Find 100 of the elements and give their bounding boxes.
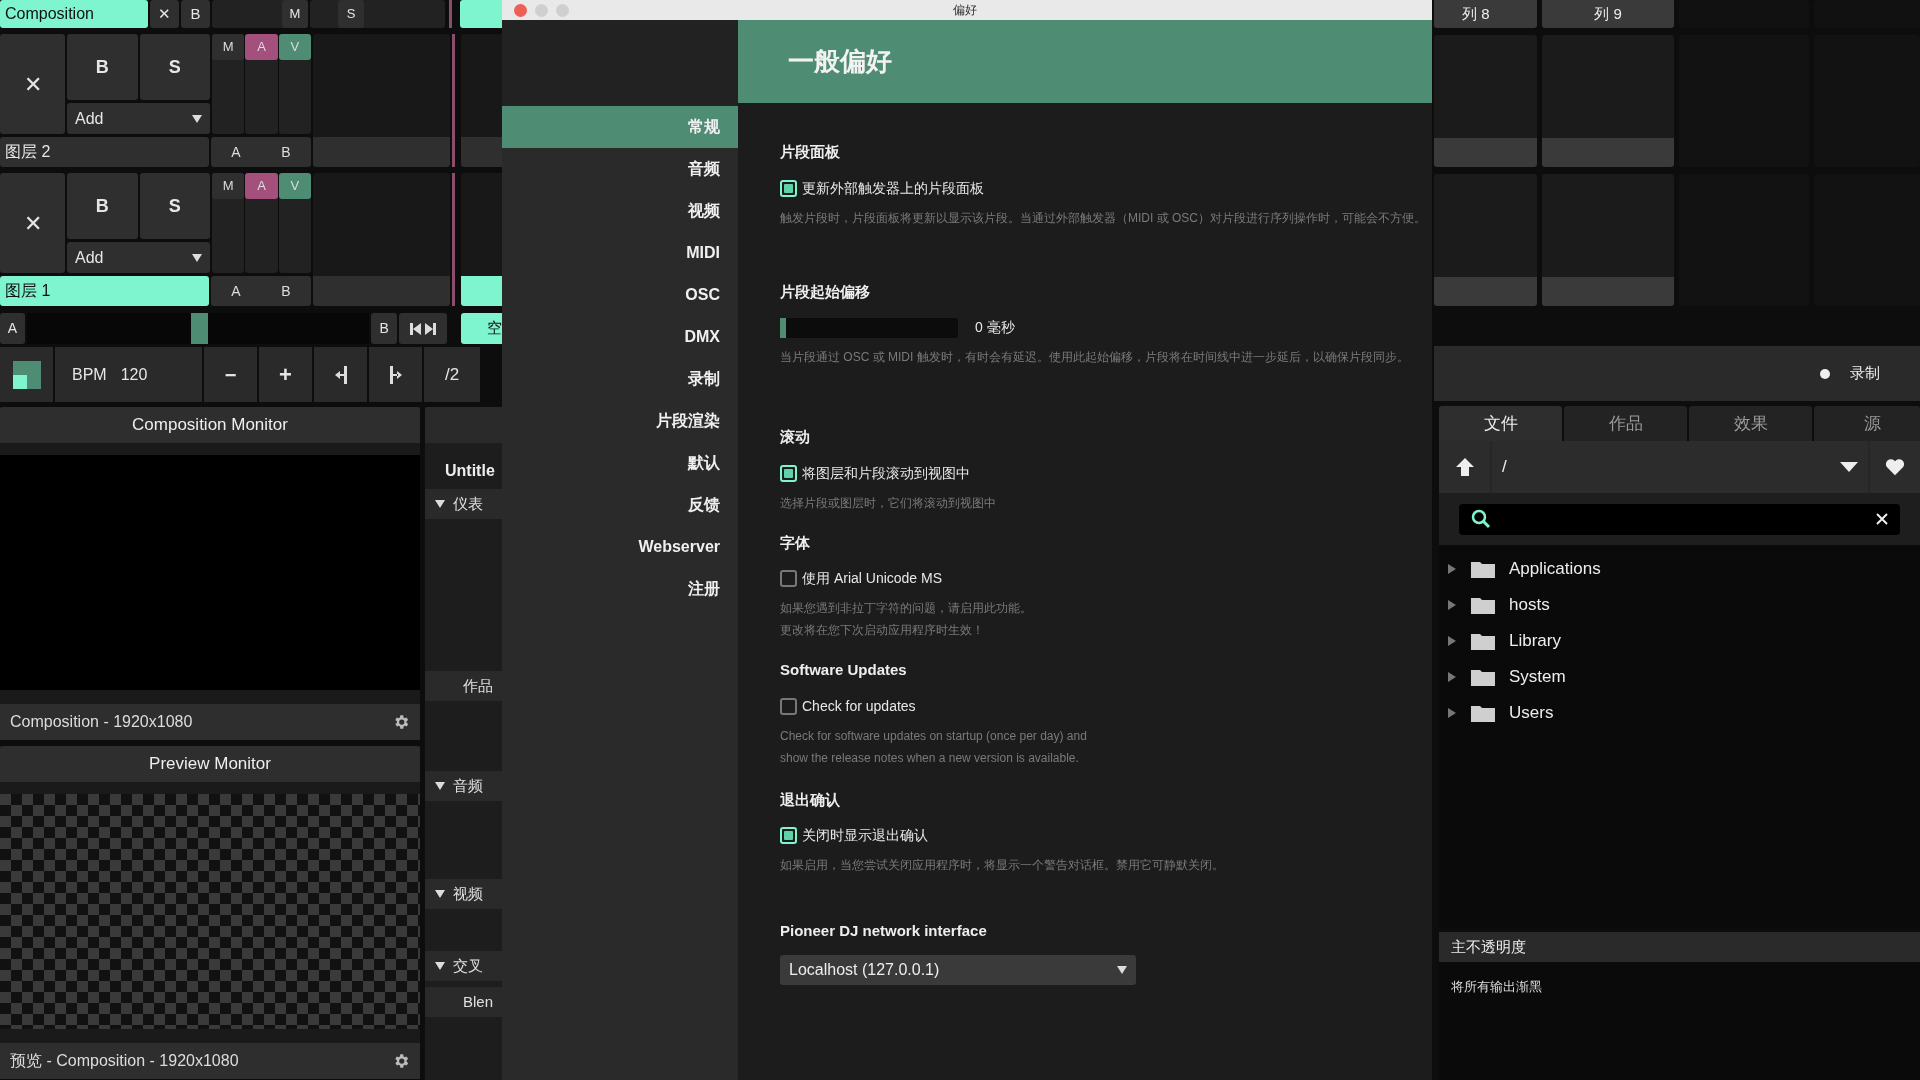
bpm-decrease-button[interactable]: − (204, 347, 257, 402)
browser-tab[interactable]: 效果 (1689, 406, 1812, 441)
panel-section-label[interactable]: 音频 (453, 774, 483, 798)
panel-section-label[interactable]: 仪表 (453, 492, 483, 516)
preferences-nav-item[interactable]: Webserver (502, 526, 738, 568)
panel-section-row[interactable]: 作品 (425, 671, 502, 701)
clear-layer-button[interactable]: ✕ (0, 34, 65, 134)
ab-selector[interactable]: A B (211, 137, 311, 167)
preferences-nav-item[interactable]: MIDI (502, 232, 738, 274)
crossfader-thumb[interactable] (190, 313, 208, 344)
composition-name-tab[interactable]: Composition (0, 0, 148, 28)
bypass-button[interactable]: B (67, 34, 138, 100)
preferences-nav-item[interactable]: 反馈 (502, 484, 738, 526)
panel-section-row[interactable]: 仪表 (425, 489, 502, 519)
clip-slot[interactable] (313, 34, 450, 167)
file-tree-item[interactable]: hosts (1509, 592, 1550, 618)
checkbox[interactable] (780, 697, 797, 715)
clip-slot[interactable] (1434, 35, 1537, 167)
expand-arrow-icon[interactable] (1447, 708, 1457, 718)
column-header[interactable]: 列 8 (1434, 0, 1537, 28)
expand-arrow-icon[interactable] (1447, 672, 1457, 682)
browser-tab[interactable]: 源 (1814, 406, 1920, 441)
panel-section-label[interactable]: 交叉 (453, 954, 483, 978)
path-dropdown[interactable]: / (1492, 441, 1868, 493)
checkbox-label[interactable]: 关闭时显示退出确认 (802, 825, 928, 846)
skip-buttons[interactable] (399, 313, 447, 344)
panel-section-label[interactable]: 视频 (453, 882, 483, 906)
ab-selector[interactable]: A B (211, 276, 311, 306)
file-tree-item[interactable]: Users (1509, 700, 1554, 726)
slider-track[interactable] (780, 317, 958, 338)
layer-toggle-button[interactable]: A (245, 34, 278, 60)
toggle-fader-track[interactable]: A (245, 173, 278, 273)
toggle-fader-track[interactable]: A (245, 34, 278, 134)
browser-tab[interactable]: 作品 (1564, 406, 1687, 441)
expand-arrow-icon[interactable] (1447, 636, 1457, 646)
network-interface-dropdown[interactable]: Localhost (127.0.0.1) (780, 954, 1136, 985)
checkbox-label[interactable]: Check for updates (802, 695, 916, 717)
record-indicator-icon[interactable] (1820, 368, 1830, 379)
solo-button[interactable]: S (139, 173, 210, 239)
panel-section-row[interactable]: 视频 (425, 879, 502, 909)
bypass-button[interactable]: B (67, 173, 138, 239)
slider-thumb[interactable] (780, 317, 786, 338)
bpm-field[interactable]: BPM 120 (55, 347, 202, 402)
preferences-nav-item[interactable]: 注册 (502, 568, 738, 610)
column-header[interactable]: 列 9 (1542, 0, 1674, 28)
preferences-nav-item[interactable]: 音频 (502, 148, 738, 190)
preferences-nav-item[interactable]: 视频 (502, 190, 738, 232)
mute-button[interactable]: M (282, 0, 308, 28)
preferences-nav-item[interactable]: 录制 (502, 358, 738, 400)
checkbox-label[interactable]: 使用 Arial Unicode MS (802, 568, 943, 589)
clip-slot[interactable] (313, 173, 450, 306)
crossfader-a-button[interactable]: A (0, 313, 25, 344)
layer-toggle-button[interactable]: M (212, 173, 245, 199)
layer-toggle-button[interactable]: M (212, 34, 245, 60)
favorites-button[interactable] (1870, 441, 1920, 493)
layer-name-bar[interactable]: 图层 2 (0, 137, 209, 167)
color-swatch-button[interactable] (0, 347, 53, 402)
nudge-back-button[interactable] (314, 347, 367, 402)
solo-button[interactable]: S (139, 34, 210, 100)
close-window-button[interactable] (514, 3, 527, 17)
checkbox-label[interactable]: 更新外部触发器上的片段面板 (802, 177, 984, 199)
blend-mode-dropdown[interactable]: Add (67, 103, 210, 134)
preferences-nav-item[interactable]: 默认 (502, 442, 738, 484)
record-label[interactable]: 录制 (1850, 362, 1880, 385)
clip-slot[interactable] (1434, 174, 1537, 306)
solo-button[interactable]: S (338, 0, 364, 28)
file-tree-item[interactable]: Library (1509, 628, 1561, 654)
checkbox-label[interactable]: 将图层和片段滚动到视图中 (802, 462, 970, 484)
preferences-nav-item[interactable]: 片段渲染 (502, 400, 738, 442)
file-tree-item[interactable]: System (1509, 664, 1566, 690)
halve-bpm-button[interactable]: /2 (424, 347, 480, 402)
panel-section-row[interactable]: 音频 (425, 771, 502, 801)
preferences-nav-item[interactable]: DMX (502, 316, 738, 358)
nudge-forward-button[interactable] (369, 347, 422, 402)
clear-layer-button[interactable]: ✕ (0, 173, 65, 273)
composition-control-button[interactable]: B (181, 0, 210, 28)
composition-control-button[interactable]: ✕ (150, 0, 179, 28)
clip-slot[interactable] (1542, 35, 1674, 167)
toggle-fader-track[interactable]: M (212, 34, 245, 134)
blend-mode-dropdown[interactable]: Add (67, 242, 210, 273)
checkbox[interactable] (780, 570, 797, 587)
expand-arrow-icon[interactable] (1447, 564, 1457, 574)
crossfader-b-button[interactable]: B (370, 313, 398, 344)
toggle-fader-track[interactable]: M (212, 173, 245, 273)
panel-section-row[interactable]: Blen (425, 987, 502, 1017)
close-icon[interactable] (1876, 513, 1888, 525)
layer-toggle-button[interactable]: A (245, 173, 278, 199)
expand-arrow-icon[interactable] (1447, 600, 1457, 610)
clip-slot[interactable] (461, 34, 502, 167)
layer-name-bar[interactable]: 图层 1 (0, 276, 209, 306)
clip-slot[interactable] (1542, 174, 1674, 306)
clip-tab[interactable]: 空 (461, 313, 502, 344)
panel-section-label[interactable]: 作品 (463, 674, 493, 698)
preferences-nav-item[interactable]: OSC (502, 274, 738, 316)
panel-section-label[interactable]: Blen (463, 990, 494, 1014)
panel-section-row[interactable]: 交叉 (425, 951, 502, 981)
search-field[interactable] (1459, 503, 1900, 535)
file-tree-item[interactable]: Applications (1509, 556, 1601, 582)
parent-folder-button[interactable] (1439, 441, 1490, 493)
browser-tab[interactable]: 文件 (1439, 406, 1562, 441)
